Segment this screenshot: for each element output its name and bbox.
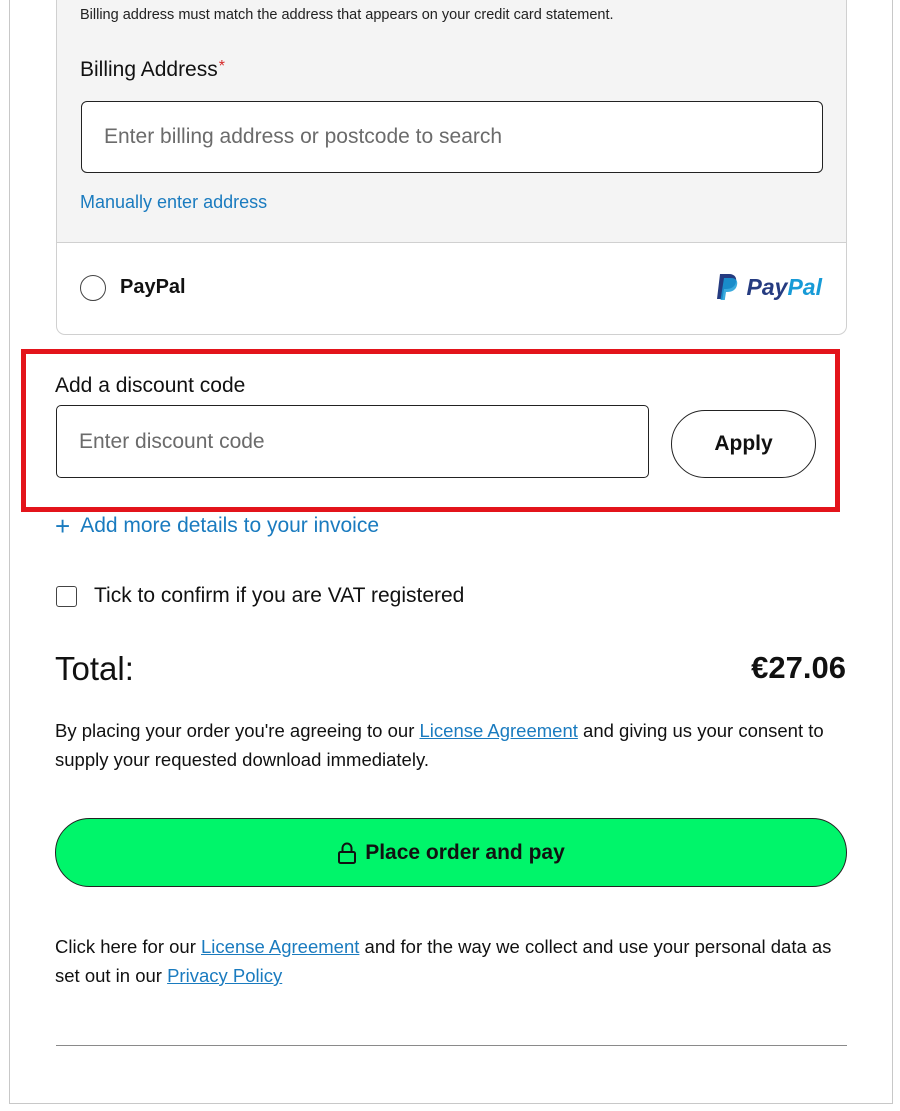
required-marker: *: [218, 58, 225, 75]
license-agreement-link[interactable]: License Agreement: [420, 720, 578, 741]
paypal-option-label: PayPal: [120, 276, 186, 298]
vat-registered-checkbox[interactable]: [56, 585, 77, 607]
add-invoice-details-link[interactable]: + Add more details to your invoice: [55, 513, 379, 539]
discount-code-input[interactable]: [56, 405, 649, 478]
paypal-logo-pal: Pal: [787, 273, 822, 300]
paypal-logo-pay: Pay: [746, 273, 788, 300]
footer-text-before: Click here for our: [55, 936, 201, 957]
agreement-text-before: By placing your order you're agreeing to…: [55, 720, 420, 741]
vat-registered-label: Tick to confirm if you are VAT registere…: [94, 584, 465, 607]
bottom-divider: [56, 1045, 847, 1046]
plus-icon: +: [55, 511, 71, 541]
paypal-radio[interactable]: [80, 275, 106, 301]
billing-address-label: Billing Address*: [80, 58, 225, 82]
paypal-logo-text: PayPal: [747, 274, 822, 301]
paypal-p-icon: [716, 274, 737, 300]
discount-code-label: Add a discount code: [55, 374, 246, 397]
apply-discount-button[interactable]: Apply: [671, 410, 816, 478]
place-order-label: Place order and pay: [365, 840, 565, 864]
order-agreement-text: By placing your order you're agreeing to…: [55, 716, 845, 774]
lock-icon: [337, 841, 357, 864]
footer-legal-text: Click here for our License Agreement and…: [55, 932, 845, 990]
total-value: €27.06: [751, 650, 846, 685]
billing-address-label-text: Billing Address: [80, 58, 218, 81]
billing-address-section: Billing address must match the address t…: [57, 0, 846, 243]
paypal-logo: PayPal: [715, 273, 822, 301]
footer-license-agreement-link[interactable]: License Agreement: [201, 936, 359, 957]
paypal-option-row[interactable]: PayPal PayPal: [57, 243, 846, 334]
vat-registered-row[interactable]: Tick to confirm if you are VAT registere…: [56, 584, 464, 608]
billing-address-input[interactable]: [81, 101, 823, 173]
billing-note: Billing address must match the address t…: [80, 7, 614, 23]
privacy-policy-link[interactable]: Privacy Policy: [167, 965, 282, 986]
total-label: Total:: [55, 650, 134, 687]
manually-enter-address-link[interactable]: Manually enter address: [80, 192, 267, 213]
payment-methods-panel: Billing address must match the address t…: [56, 0, 847, 335]
place-order-button[interactable]: Place order and pay: [55, 818, 847, 887]
add-invoice-details-label: Add more details to your invoice: [80, 514, 380, 537]
